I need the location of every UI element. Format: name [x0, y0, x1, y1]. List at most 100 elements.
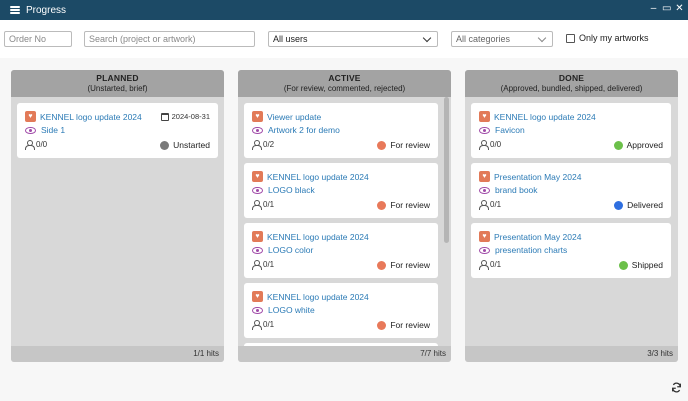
- due-date-value: 2024-08-31: [171, 112, 210, 121]
- column-title: ACTIVE: [328, 73, 361, 83]
- project-icon: ♥: [479, 171, 490, 182]
- categories-select-value: All categories: [456, 34, 511, 44]
- status-dot: [613, 140, 623, 150]
- project-link[interactable]: KENNEL logo update 2024: [40, 112, 142, 122]
- hits-count: 3/3 hits: [465, 346, 678, 362]
- reviewer-count: 0/0: [36, 140, 48, 149]
- column-header: ACTIVE (For review, commented, rejected): [238, 70, 451, 97]
- project-icon: ♥: [479, 111, 490, 122]
- artwork-link[interactable]: presentation charts: [495, 245, 567, 255]
- status-badge: Approved: [613, 140, 663, 150]
- status-label: Shipped: [631, 260, 663, 270]
- column-header: DONE (Approved, bundled, shipped, delive…: [465, 70, 678, 97]
- artwork-link[interactable]: LOGO color: [268, 245, 313, 255]
- eye-icon: [252, 246, 263, 254]
- reviewer-count: 0/0: [490, 140, 502, 149]
- eye-icon: [479, 126, 490, 134]
- status-badge: Shipped: [618, 260, 663, 270]
- artwork-link[interactable]: Side 1: [41, 125, 65, 135]
- users-select[interactable]: All users: [268, 31, 438, 47]
- status-badge: For review: [377, 140, 430, 150]
- eye-icon: [252, 186, 263, 194]
- status-dot: [377, 260, 387, 270]
- status-badge: For review: [377, 200, 430, 210]
- project-icon: ♥: [252, 291, 263, 302]
- maximize-icon[interactable]: ▭: [662, 3, 671, 14]
- status-label: For review: [390, 200, 430, 210]
- reviewer-count: 0/1: [490, 200, 502, 209]
- filter-toolbar: Order No Search (project or artwork) All…: [0, 20, 688, 58]
- user-icon: [252, 200, 262, 210]
- search-input[interactable]: Search (project or artwork): [84, 31, 255, 47]
- user-icon: [479, 200, 489, 210]
- project-link[interactable]: Presentation May 2024: [494, 232, 581, 242]
- categories-select[interactable]: All categories: [451, 31, 553, 47]
- app-menu-icon[interactable]: [10, 6, 20, 14]
- status-badge: For review: [377, 320, 430, 330]
- reviewer-count: 0/2: [263, 140, 275, 149]
- status-badge: Unstarted: [160, 140, 210, 150]
- project-link[interactable]: KENNEL logo update 2024: [267, 232, 369, 242]
- artwork-link[interactable]: LOGO white: [268, 305, 315, 315]
- reviewer-count: 0/1: [263, 200, 275, 209]
- column-subtitle: (For review, commented, rejected): [283, 84, 406, 93]
- status-label: For review: [390, 260, 430, 270]
- only-my-artworks-toggle[interactable]: Only my artworks: [566, 33, 649, 43]
- project-link[interactable]: Viewer update: [267, 112, 321, 122]
- status-dot: [618, 260, 628, 270]
- status-dot: [377, 320, 387, 330]
- hits-count: 7/7 hits: [238, 346, 451, 362]
- user-icon: [252, 320, 262, 330]
- user-icon: [479, 260, 489, 270]
- window-title: Progress: [26, 4, 67, 16]
- hits-count: 1/1 hits: [11, 346, 224, 362]
- minimize-icon[interactable]: –: [649, 3, 658, 14]
- due-date: 2024-08-31: [160, 112, 210, 121]
- user-icon: [252, 260, 262, 270]
- status-label: Approved: [626, 140, 663, 150]
- users-select-value: All users: [273, 34, 308, 44]
- eye-icon: [252, 126, 263, 134]
- status-dot: [377, 140, 387, 150]
- column-subtitle: (Approved, bundled, shipped, delivered): [500, 84, 643, 93]
- artwork-card[interactable]: ♥ KENNEL logo update 2024 LOGO white 0/1 …: [244, 283, 438, 338]
- eye-icon: [25, 126, 36, 134]
- artwork-card[interactable]: ♥ KENNEL logo update 2024 2024-08-31 Side…: [17, 103, 218, 158]
- artwork-card[interactable]: ♥ KENNEL logo update 2024 LOGO black 0/1 …: [244, 163, 438, 218]
- eye-icon: [479, 246, 490, 254]
- column-done: DONE (Approved, bundled, shipped, delive…: [465, 70, 678, 362]
- refresh-icon[interactable]: [671, 382, 682, 393]
- reviewer-count: 0/1: [263, 260, 275, 269]
- project-link[interactable]: Presentation May 2024: [494, 172, 581, 182]
- chevron-down-icon: [422, 33, 432, 42]
- artwork-link[interactable]: Artwork 2 for demo: [268, 125, 340, 135]
- only-my-artworks-checkbox[interactable]: [566, 33, 575, 43]
- status-label: For review: [390, 140, 430, 150]
- scrollbar[interactable]: [444, 97, 449, 243]
- project-link[interactable]: KENNEL logo update 2024: [267, 172, 369, 182]
- column-planned: PLANNED (Unstarted, brief) ♥ KENNEL logo …: [11, 70, 224, 362]
- artwork-link[interactable]: LOGO black: [268, 185, 315, 195]
- project-icon: ♥: [252, 231, 263, 242]
- close-icon[interactable]: ✕: [675, 3, 684, 14]
- artwork-card[interactable]: ♥ Presentation May 2024 brand book 0/1 De…: [471, 163, 671, 218]
- artwork-card[interactable]: ♥ KENNEL logo update 2024 LOGO color 0/1 …: [244, 223, 438, 278]
- artwork-link[interactable]: brand book: [495, 185, 538, 195]
- order-no-input[interactable]: Order No: [4, 31, 72, 47]
- column-subtitle: (Unstarted, brief): [87, 84, 148, 93]
- artwork-link[interactable]: Favicon: [495, 125, 525, 135]
- project-link[interactable]: KENNEL logo update 2024: [267, 292, 369, 302]
- artwork-card[interactable]: ♥ Presentation May 2024 presentation char…: [471, 223, 671, 278]
- user-icon: [479, 140, 489, 150]
- status-dot: [160, 140, 170, 150]
- project-link[interactable]: KENNEL logo update 2024: [494, 112, 596, 122]
- project-icon: ♥: [479, 231, 490, 242]
- artwork-card[interactable]: ♥ KENNEL logo update 2024 Favicon 0/0 App…: [471, 103, 671, 158]
- column-active: ACTIVE (For review, commented, rejected)…: [238, 70, 451, 362]
- artwork-card[interactable]: ♥ Viewer update Artwork 2 for demo 0/2 Fo…: [244, 103, 438, 158]
- chevron-down-icon: [537, 33, 547, 42]
- column-title: PLANNED: [96, 73, 139, 83]
- status-label: Delivered: [627, 200, 663, 210]
- project-icon: ♥: [252, 111, 263, 122]
- project-icon: ♥: [252, 171, 263, 182]
